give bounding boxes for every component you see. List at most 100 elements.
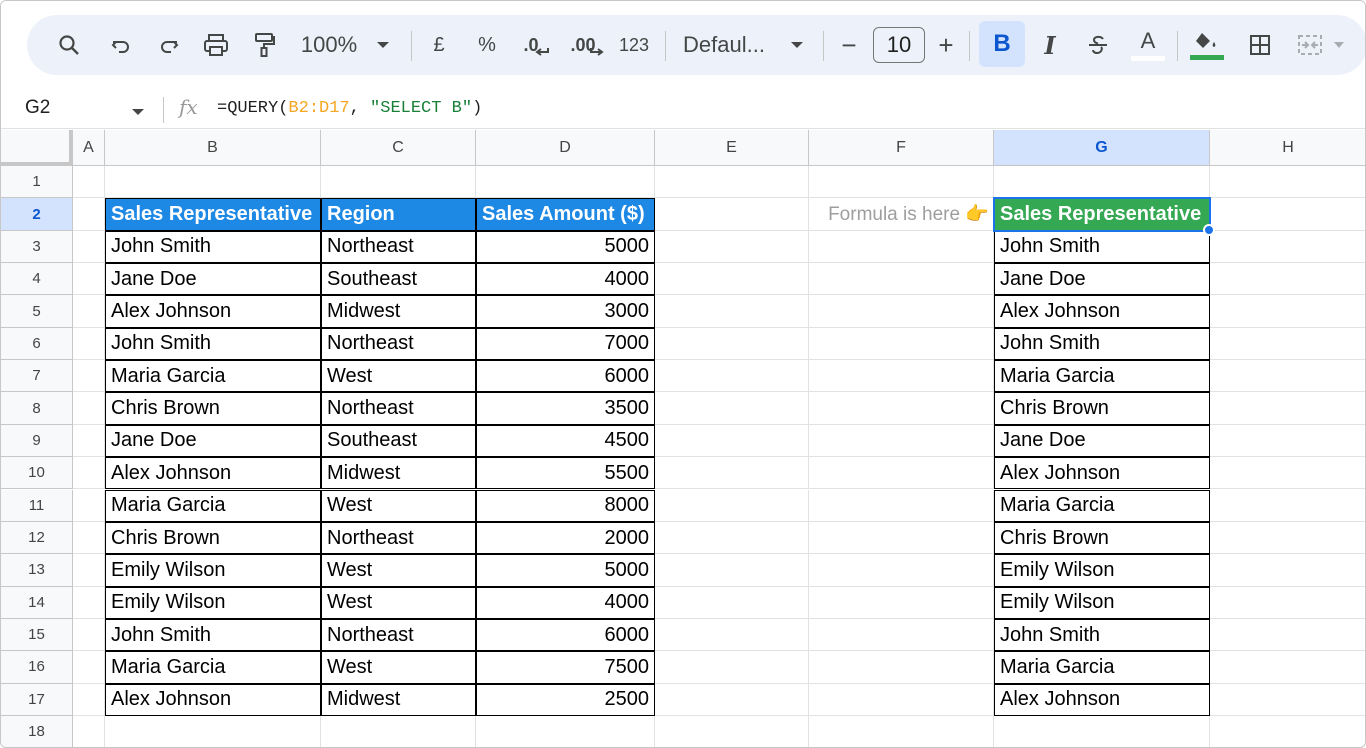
grid-cell[interactable] [1210,166,1365,199]
decrease-font-size-button[interactable]: − [837,15,861,75]
grid-cell[interactable] [809,230,994,264]
grid-cell[interactable] [73,263,105,296]
table-cell[interactable]: Northeast [321,230,476,264]
row-header-4[interactable]: 4 [1,263,73,296]
font-size-input[interactable]: 10 [873,27,925,63]
table-cell[interactable]: 5000 [476,554,655,587]
chevron-down-icon[interactable] [373,15,393,75]
table-cell[interactable]: Alex Johnson [105,457,321,490]
grid-cell[interactable] [655,618,809,652]
grid-cell[interactable] [1210,490,1365,522]
grid-cell[interactable] [809,392,994,425]
grid-cell[interactable] [73,683,105,716]
column-header-f[interactable]: F [809,130,994,166]
grid-cell[interactable] [73,715,105,747]
search-icon[interactable] [53,15,85,75]
formula-note[interactable]: Formula is here 👉 [809,198,994,231]
grid-cell[interactable] [73,392,105,425]
grid-cell[interactable] [809,327,994,361]
grid-cell[interactable] [809,586,994,619]
grid-cell[interactable] [1210,716,1365,747]
table-cell[interactable]: 5500 [476,457,655,490]
grid-cell[interactable] [655,586,809,619]
grid-cell[interactable] [809,521,994,555]
table-cell[interactable]: Northeast [321,521,476,555]
table-header-cell[interactable]: Region [321,198,476,231]
column-header-g[interactable]: G [994,130,1210,166]
table-cell[interactable]: Northeast [321,392,476,425]
grid-cell[interactable] [73,651,105,684]
grid-cell[interactable] [809,715,994,747]
table-cell[interactable]: 7000 [476,327,655,361]
table-cell[interactable]: 7500 [476,651,655,684]
table-cell[interactable]: Alex Johnson [105,295,321,328]
result-cell[interactable]: Chris Brown [994,521,1210,555]
table-cell[interactable]: Maria Garcia [105,360,321,393]
result-cell[interactable]: John Smith [994,230,1210,264]
grid-cell[interactable] [809,295,994,328]
result-cell[interactable]: Alex Johnson [994,457,1210,490]
table-cell[interactable]: Alex Johnson [105,683,321,716]
grid-cell[interactable] [73,327,105,361]
grid-cell[interactable] [655,457,809,490]
sheet-grid[interactable]: A B C D E F G H 1 2 3 4 5 6 7 8 9 10 11 12 13 14 15 16 17 18 Sales… [1,130,1365,747]
grid-cell[interactable] [809,683,994,716]
table-cell[interactable]: 6000 [476,360,655,393]
grid-cell[interactable] [809,457,994,490]
grid-cell[interactable] [73,618,105,652]
row-header-10[interactable]: 10 [1,457,73,490]
result-cell[interactable]: Alex Johnson [994,295,1210,328]
result-cell[interactable]: Emily Wilson [994,586,1210,619]
grid-cell[interactable] [1210,328,1365,361]
paint-format-icon[interactable] [249,15,279,75]
merge-cells-icon[interactable] [1293,15,1327,75]
formula-input[interactable]: =QUERY(B2:D17, "SELECT B") [217,99,482,118]
italic-button[interactable]: I [1035,15,1065,75]
table-cell[interactable]: Maria Garcia [105,651,321,684]
grid-cell[interactable] [73,586,105,619]
chevron-down-icon[interactable] [131,104,145,122]
select-all-corner[interactable] [1,130,73,166]
grid-cell[interactable] [655,392,809,425]
table-cell[interactable]: 3000 [476,295,655,328]
grid-cell[interactable] [655,230,809,264]
table-cell[interactable]: Jane Doe [105,263,321,296]
grid-cell[interactable] [655,554,809,587]
row-header-8[interactable]: 8 [1,392,73,425]
table-cell[interactable]: Midwest [321,457,476,490]
row-header-5[interactable]: 5 [1,295,73,328]
zoom-select[interactable]: 100% [297,15,361,75]
result-header-cell[interactable]: Sales Representative [994,198,1210,231]
percent-button[interactable]: % [475,15,499,75]
grid-cell[interactable] [73,489,105,522]
grid-cell[interactable] [655,651,809,684]
column-header-c[interactable]: C [321,130,476,166]
grid-cell[interactable] [321,715,476,747]
row-header-11[interactable]: 11 [1,489,73,522]
grid-cell[interactable] [655,295,809,328]
table-cell[interactable]: Northeast [321,618,476,652]
row-header-9[interactable]: 9 [1,424,73,458]
text-color-button[interactable]: A [1129,15,1167,75]
grid-cell[interactable] [809,360,994,393]
table-cell[interactable]: West [321,651,476,684]
grid-cell[interactable] [1210,392,1365,425]
grid-cell[interactable] [994,166,1210,199]
column-header-h[interactable]: H [1210,130,1365,166]
more-formats-button[interactable]: 123 [617,15,651,75]
table-cell[interactable]: 4000 [476,263,655,296]
borders-icon[interactable] [1243,15,1277,75]
table-cell[interactable]: Southeast [321,424,476,458]
table-cell[interactable]: Emily Wilson [105,586,321,619]
table-cell[interactable]: 8000 [476,489,655,522]
table-cell[interactable]: West [321,586,476,619]
print-icon[interactable] [199,15,233,75]
result-cell[interactable]: John Smith [994,327,1210,361]
table-cell[interactable]: 2000 [476,521,655,555]
grid-cell[interactable] [73,554,105,587]
grid-cell[interactable] [809,263,994,296]
grid-cell[interactable] [476,715,655,747]
grid-cell[interactable] [73,457,105,490]
table-cell[interactable]: Midwest [321,295,476,328]
grid-cell[interactable] [809,424,994,458]
